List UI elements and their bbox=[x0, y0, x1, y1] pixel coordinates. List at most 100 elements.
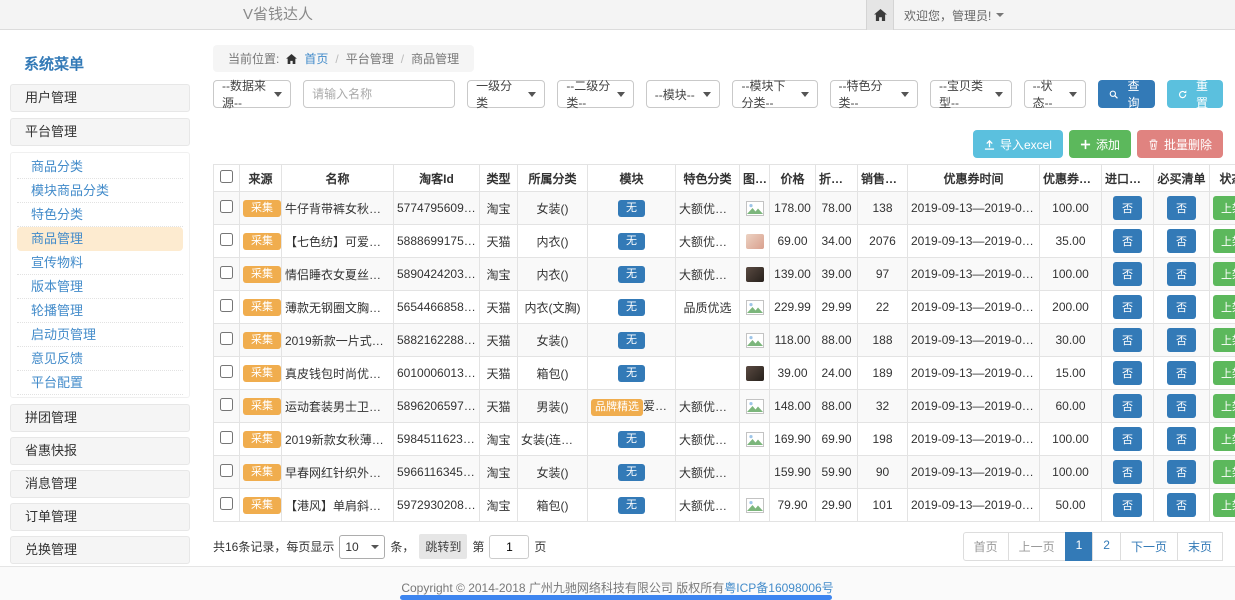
sidebar-subitem[interactable]: 意见反馈 bbox=[17, 347, 183, 371]
name-search-input[interactable] bbox=[303, 80, 455, 108]
batch-delete-button[interactable]: 批量删除 bbox=[1137, 130, 1223, 158]
sidebar-section[interactable]: 平台管理 bbox=[10, 118, 190, 146]
status-button[interactable]: 上架 bbox=[1213, 262, 1235, 286]
source-badge: 采集 bbox=[243, 233, 281, 250]
sidebar-subitem[interactable]: 模块商品分类 bbox=[17, 179, 183, 203]
select-all-checkbox[interactable] bbox=[220, 170, 233, 183]
must-buy-toggle[interactable]: 否 bbox=[1167, 460, 1196, 484]
type-cell: 淘宝 bbox=[480, 489, 518, 522]
status-button[interactable]: 上架 bbox=[1213, 493, 1235, 517]
sidebar-subitem[interactable]: 商品管理 bbox=[17, 227, 183, 251]
row-checkbox[interactable] bbox=[220, 233, 233, 246]
category1-select[interactable]: 一级分类 bbox=[467, 80, 545, 108]
sidebar-section[interactable]: 消息管理 bbox=[10, 470, 190, 498]
row-checkbox[interactable] bbox=[220, 200, 233, 213]
must-buy-toggle[interactable]: 否 bbox=[1167, 295, 1196, 319]
product-thumbnail bbox=[746, 333, 764, 348]
sidebar-subitem[interactable]: 特色分类 bbox=[17, 203, 183, 227]
status-button[interactable]: 上架 bbox=[1213, 328, 1235, 352]
price-cell: 69.00 bbox=[770, 225, 816, 258]
sidebar-subitem[interactable]: 轮播管理 bbox=[17, 299, 183, 323]
status-button[interactable]: 上架 bbox=[1213, 427, 1235, 451]
sidebar-section[interactable]: 订单管理 bbox=[10, 503, 190, 531]
add-button[interactable]: 添加 bbox=[1069, 130, 1131, 158]
sidebar-section[interactable]: 省惠快报 bbox=[10, 437, 190, 465]
import-excel-button[interactable]: 导入excel bbox=[973, 130, 1063, 158]
sidebar-subitem[interactable]: 宣传物料 bbox=[17, 251, 183, 275]
module-value: --模块-- bbox=[655, 86, 695, 103]
page-size-select[interactable]: 10 bbox=[339, 535, 385, 559]
search-button[interactable]: 查询 bbox=[1098, 80, 1154, 108]
icp-link[interactable]: 粤ICP备16098006号 bbox=[724, 581, 833, 595]
must-buy-cell: 否 bbox=[1154, 489, 1210, 522]
must-buy-toggle[interactable]: 否 bbox=[1167, 262, 1196, 286]
sidebar-section[interactable]: 拼团管理 bbox=[10, 404, 190, 432]
status-button[interactable]: 上架 bbox=[1213, 394, 1235, 418]
status-button[interactable]: 上架 bbox=[1213, 196, 1235, 220]
pager-button[interactable]: 1 bbox=[1065, 532, 1094, 561]
sidebar-subitem[interactable]: 商品分类 bbox=[17, 155, 183, 179]
page-number-input[interactable] bbox=[489, 535, 529, 559]
row-checkbox[interactable] bbox=[220, 431, 233, 444]
sidebar-section[interactable]: 用户管理 bbox=[10, 84, 190, 112]
sidebar-subitem[interactable]: 启动页管理 bbox=[17, 323, 183, 347]
sidebar-section[interactable]: 兑换管理 bbox=[10, 536, 190, 564]
reset-button[interactable]: 重置 bbox=[1167, 80, 1223, 108]
row-checkbox[interactable] bbox=[220, 398, 233, 411]
import-select-toggle[interactable]: 否 bbox=[1113, 394, 1142, 418]
column-header: 类型 bbox=[480, 165, 518, 192]
pager-button[interactable]: 首页 bbox=[963, 532, 1009, 561]
feature-category-select[interactable]: --特色分类-- bbox=[830, 80, 918, 108]
row-checkbox[interactable] bbox=[220, 464, 233, 477]
import-select-toggle[interactable]: 否 bbox=[1113, 427, 1142, 451]
jump-button[interactable]: 跳转到 bbox=[419, 534, 467, 559]
status-button[interactable]: 上架 bbox=[1213, 361, 1235, 385]
import-select-toggle[interactable]: 否 bbox=[1113, 262, 1142, 286]
status-select[interactable]: --状态-- bbox=[1024, 80, 1087, 108]
category2-select[interactable]: --二级分类-- bbox=[557, 80, 633, 108]
module-cell: 无 bbox=[588, 291, 676, 324]
pager-button[interactable]: 末页 bbox=[1177, 532, 1223, 561]
import-select-toggle[interactable]: 否 bbox=[1113, 493, 1142, 517]
data-source-select[interactable]: --数据来源-- bbox=[213, 80, 291, 108]
import-select-toggle[interactable]: 否 bbox=[1113, 328, 1142, 352]
feature-cell: 大额优惠券 bbox=[676, 192, 740, 225]
row-checkbox[interactable] bbox=[220, 497, 233, 510]
user-dropdown[interactable]: 欢迎您，管理员! bbox=[904, 0, 1004, 30]
pager-button[interactable]: 下一页 bbox=[1120, 532, 1178, 561]
module-select[interactable]: --模块-- bbox=[646, 80, 721, 108]
must-buy-toggle[interactable]: 否 bbox=[1167, 328, 1196, 352]
status-button[interactable]: 上架 bbox=[1213, 295, 1235, 319]
caret-down-icon bbox=[371, 545, 379, 549]
import-select-toggle[interactable]: 否 bbox=[1113, 361, 1142, 385]
must-buy-toggle[interactable]: 否 bbox=[1167, 394, 1196, 418]
row-checkbox[interactable] bbox=[220, 266, 233, 279]
row-checkbox[interactable] bbox=[220, 365, 233, 378]
status-cell: 上架 bbox=[1210, 225, 1235, 258]
status-button[interactable]: 上架 bbox=[1213, 460, 1235, 484]
breadcrumb-home-link[interactable]: 首页 bbox=[304, 50, 328, 67]
item-type-select[interactable]: --宝贝类型-- bbox=[930, 80, 1012, 108]
pager-button[interactable]: 2 bbox=[1092, 532, 1121, 561]
row-checkbox[interactable] bbox=[220, 299, 233, 312]
import-select-toggle[interactable]: 否 bbox=[1113, 196, 1142, 220]
row-checkbox[interactable] bbox=[220, 332, 233, 345]
must-buy-toggle[interactable]: 否 bbox=[1167, 427, 1196, 451]
sidebar-subitem[interactable]: 版本管理 bbox=[17, 275, 183, 299]
must-buy-toggle[interactable]: 否 bbox=[1167, 229, 1196, 253]
module-badge: 无 bbox=[618, 464, 645, 481]
must-buy-toggle[interactable]: 否 bbox=[1167, 361, 1196, 385]
horizontal-scrollbar-thumb[interactable] bbox=[400, 595, 832, 600]
home-button[interactable] bbox=[866, 0, 894, 30]
status-button[interactable]: 上架 bbox=[1213, 229, 1235, 253]
sidebar-subitem[interactable]: 平台配置 bbox=[17, 371, 183, 395]
import-select-toggle[interactable]: 否 bbox=[1113, 229, 1142, 253]
name-cell: 情侣睡衣女夏丝绸男士... bbox=[282, 258, 394, 291]
import-select-toggle[interactable]: 否 bbox=[1113, 460, 1142, 484]
module-subcategory-select[interactable]: --模块下分类-- bbox=[732, 80, 817, 108]
must-buy-toggle[interactable]: 否 bbox=[1167, 493, 1196, 517]
must-buy-toggle[interactable]: 否 bbox=[1167, 196, 1196, 220]
import-select-toggle[interactable]: 否 bbox=[1113, 295, 1142, 319]
pager-button[interactable]: 上一页 bbox=[1008, 532, 1066, 561]
icon-cell bbox=[740, 489, 770, 522]
